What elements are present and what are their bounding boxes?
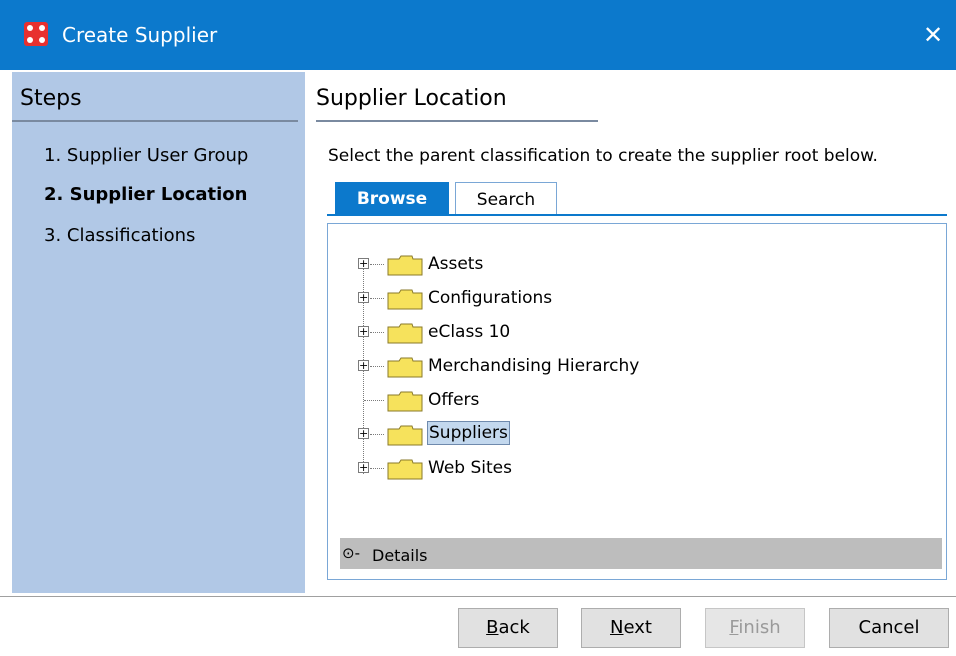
- steps-divider: [12, 120, 298, 122]
- tab-underline: [327, 214, 947, 216]
- tab-search[interactable]: Search: [455, 182, 557, 216]
- instruction-text: Select the parent classification to crea…: [328, 146, 878, 166]
- tree-connector: [364, 400, 384, 401]
- page-title-divider: [316, 120, 598, 122]
- tree-connector: [370, 332, 384, 333]
- expand-icon[interactable]: +: [358, 462, 369, 473]
- tree-item-label: Offers: [428, 390, 480, 410]
- details-label[interactable]: Details: [372, 545, 427, 567]
- folder-icon: [387, 391, 423, 412]
- folder-icon: [387, 323, 423, 344]
- folder-icon: [387, 255, 423, 276]
- finish-button[interactable]: Finish: [705, 608, 805, 648]
- page-title: Supplier Location: [316, 86, 507, 111]
- details-bar[interactable]: [340, 538, 942, 569]
- expand-icon[interactable]: +: [358, 292, 369, 303]
- left-margin: [0, 70, 12, 596]
- expand-icon[interactable]: +: [358, 428, 369, 439]
- steps-title: Steps: [20, 86, 82, 111]
- footer-divider: [0, 596, 956, 597]
- back-accel: B: [486, 617, 499, 638]
- step-classifications: 3. Classifications: [44, 225, 196, 246]
- finish-label: inish: [738, 617, 781, 638]
- tree-connector: [370, 366, 384, 367]
- app-logo-icon: [24, 22, 48, 46]
- tree-item-label: Web Sites: [428, 458, 512, 478]
- next-button[interactable]: Next: [581, 608, 681, 648]
- tree-connector: [370, 434, 384, 435]
- step-supplier-location: 2. Supplier Location: [44, 184, 248, 205]
- next-accel: N: [610, 617, 624, 638]
- tree-item-label: Configurations: [428, 288, 553, 308]
- tab-browse[interactable]: Browse: [335, 182, 449, 216]
- cancel-button[interactable]: Cancel: [829, 608, 949, 648]
- expand-icon[interactable]: +: [358, 258, 369, 269]
- tree-item-label: eClass 10: [428, 322, 511, 342]
- tree-item-label: Merchandising Hierarchy: [428, 356, 640, 376]
- back-button[interactable]: Back: [458, 608, 558, 648]
- next-label: ext: [623, 617, 652, 638]
- tree-connector: [370, 264, 384, 265]
- folder-icon: [387, 289, 423, 310]
- step-supplier-user-group: 1. Supplier User Group: [44, 145, 249, 166]
- expand-icon[interactable]: +: [358, 360, 369, 371]
- back-label: ack: [498, 617, 530, 638]
- expand-icon[interactable]: +: [358, 326, 369, 337]
- classification-tree: + Assets + Configurations + eClass 10 + …: [327, 223, 947, 580]
- title-bar: Create Supplier ✕: [0, 0, 956, 70]
- tree-item-label-selected: Suppliers: [427, 421, 510, 445]
- folder-icon: [387, 425, 423, 446]
- tree-connector: [370, 468, 384, 469]
- tree-connector: [370, 298, 384, 299]
- steps-panel: Steps 1. Supplier User Group 2. Supplier…: [12, 72, 305, 593]
- folder-icon: [387, 357, 423, 378]
- folder-icon: [387, 459, 423, 480]
- window-title: Create Supplier: [62, 23, 218, 47]
- close-icon[interactable]: ✕: [916, 18, 950, 52]
- tree-item-label: Assets: [428, 254, 484, 274]
- details-toggle-icon[interactable]: ⊙-: [342, 544, 360, 562]
